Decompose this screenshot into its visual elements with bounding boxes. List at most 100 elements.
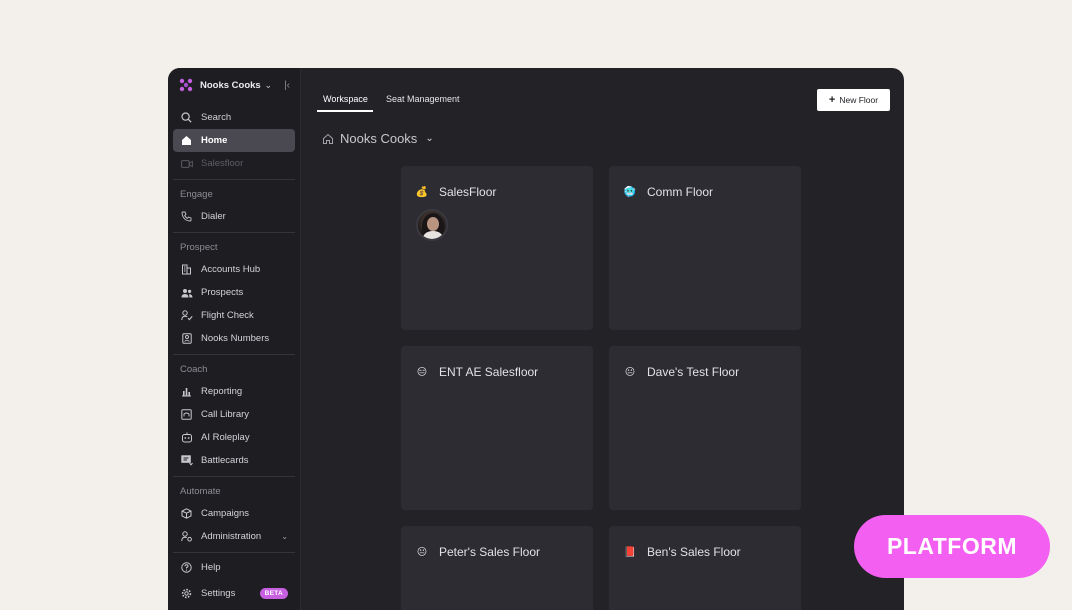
app-window: Nooks Cooks ⌄ |‹ Search Home Salesfloor …	[168, 68, 904, 610]
sidebar-item-nooks-numbers[interactable]: Nooks Numbers	[173, 327, 295, 350]
sidebar-item-administration[interactable]: Administration ⌄	[173, 525, 295, 548]
sidebar-item-label: Battlecards	[201, 455, 249, 466]
breadcrumb-label: Nooks Cooks	[340, 131, 418, 146]
floor-card[interactable]: 😐 Peter's Sales Floor	[401, 526, 593, 610]
floor-name: Ben's Sales Floor	[647, 545, 741, 559]
contact-card-icon	[180, 332, 193, 345]
collapse-sidebar-icon[interactable]: |‹	[284, 80, 290, 91]
floor-title: 😑 ENT AE Salesfloor	[416, 365, 538, 379]
workspace-breadcrumb[interactable]: Nooks Cooks ⌄	[322, 131, 434, 146]
sidebar-item-battlecards[interactable]: Battlecards	[173, 449, 295, 472]
floor-card[interactable]: 💰 SalesFloor	[401, 166, 593, 330]
workspace-name: Nooks Cooks	[200, 79, 261, 91]
sidebar-item-reporting[interactable]: Reporting	[173, 380, 295, 403]
bar-chart-icon	[180, 385, 193, 398]
floor-title: 🥶 Comm Floor	[624, 185, 713, 199]
sidebar-item-call-library[interactable]: Call Library	[173, 403, 295, 426]
sidebar: Nooks Cooks ⌄ |‹ Search Home Salesfloor …	[168, 68, 301, 610]
new-floor-button[interactable]: + New Floor	[817, 89, 890, 111]
floor-title: 📕 Ben's Sales Floor	[624, 545, 741, 559]
cube-icon	[180, 507, 193, 520]
building-icon	[180, 263, 193, 276]
floor-name: Comm Floor	[647, 185, 714, 199]
sidebar-item-label: Settings	[201, 588, 236, 599]
money-bag-icon: 💰	[415, 186, 429, 198]
main-content: Workspace Seat Management + New Floor No…	[301, 68, 904, 610]
sidebar-item-settings[interactable]: Settings BETA	[173, 582, 295, 605]
sidebar-item-label: Help	[201, 562, 221, 573]
search-icon	[180, 111, 193, 124]
floor-name: SalesFloor	[439, 185, 497, 199]
phone-icon	[180, 210, 193, 223]
sidebar-item-ai-roleplay[interactable]: AI Roleplay	[173, 426, 295, 449]
expressionless-face-icon: 😑	[416, 366, 428, 378]
workspace-switcher[interactable]: Nooks Cooks ⌄ |‹	[168, 68, 300, 102]
users-icon	[180, 286, 193, 299]
chevron-down-icon[interactable]: ⌄	[425, 133, 433, 144]
sidebar-item-home[interactable]: Home	[173, 129, 295, 152]
section-label-automate: Automate	[180, 485, 221, 497]
section-label-engage: Engage	[180, 188, 213, 200]
sidebar-item-prospects[interactable]: Prospects	[173, 281, 295, 304]
sidebar-item-label: Salesfloor	[201, 158, 244, 169]
tab-workspace[interactable]: Workspace	[323, 94, 368, 104]
sidebar-item-label: Administration	[201, 531, 262, 542]
sidebar-item-label: Nooks Numbers	[201, 333, 270, 344]
help-circle-icon	[180, 561, 193, 574]
sidebar-item-campaigns[interactable]: Campaigns	[173, 502, 295, 525]
floor-name: Peter's Sales Floor	[439, 545, 540, 559]
plus-icon: +	[828, 93, 836, 106]
library-icon	[180, 408, 193, 421]
nooks-logo-icon	[179, 78, 193, 92]
sidebar-item-salesfloor[interactable]: Salesfloor	[173, 152, 295, 175]
divider	[173, 179, 295, 180]
user-gear-icon	[180, 530, 193, 543]
cold-face-icon: 🥶	[623, 186, 637, 198]
floor-card[interactable]: 🥶 Comm Floor	[609, 166, 801, 330]
floor-card[interactable]: 📕 Ben's Sales Floor	[609, 526, 801, 610]
cards-icon	[180, 454, 193, 467]
active-tab-indicator	[317, 110, 373, 112]
divider	[173, 354, 295, 355]
divider	[173, 476, 295, 477]
floor-name: ENT AE Salesfloor	[439, 365, 539, 379]
sidebar-item-label: Prospects	[201, 287, 244, 298]
platform-badge: PLATFORM	[854, 515, 1050, 578]
sidebar-item-label: AI Roleplay	[201, 432, 250, 443]
home-icon	[180, 134, 193, 147]
sidebar-item-label: Call Library	[201, 409, 250, 420]
sidebar-item-label: Home	[201, 135, 228, 146]
new-floor-label: New Floor	[839, 95, 879, 105]
section-label-prospect: Prospect	[180, 241, 218, 253]
sidebar-item-dialer[interactable]: Dialer	[173, 205, 295, 228]
chevron-down-icon[interactable]: ⌄	[265, 80, 273, 91]
gear-icon	[180, 587, 193, 600]
floor-name: Dave's Test Floor	[647, 365, 740, 379]
avatar[interactable]	[416, 209, 448, 241]
user-check-icon	[180, 309, 193, 322]
sidebar-item-flight-check[interactable]: Flight Check	[173, 304, 295, 327]
sidebar-item-label: Dialer	[201, 211, 226, 222]
sidebar-item-label: Flight Check	[201, 310, 254, 321]
top-bar: Workspace Seat Management + New Floor	[301, 68, 904, 114]
floor-title: 😐 Peter's Sales Floor	[416, 545, 540, 559]
beta-badge: BETA	[259, 588, 288, 599]
section-label-coach: Coach	[180, 363, 208, 375]
sidebar-item-accounts-hub[interactable]: Accounts Hub	[173, 258, 295, 281]
avatar-face	[427, 217, 439, 231]
floor-card[interactable]: 😑 ENT AE Salesfloor	[401, 346, 593, 510]
tab-seat-management[interactable]: Seat Management	[386, 94, 460, 104]
floor-title: 😐 Dave's Test Floor	[624, 365, 739, 379]
chevron-down-icon[interactable]: ⌄	[281, 532, 288, 541]
robot-icon	[180, 431, 193, 444]
divider	[173, 552, 295, 553]
red-book-icon: 📕	[623, 546, 637, 558]
sidebar-item-label: Search	[201, 112, 232, 123]
sidebar-item-label: Reporting	[201, 386, 243, 397]
neutral-face-icon: 😐	[416, 546, 428, 558]
avatar-body	[423, 231, 443, 239]
sidebar-item-help[interactable]: Help	[173, 556, 295, 579]
sidebar-item-search[interactable]: Search	[173, 106, 295, 129]
floor-card[interactable]: 😐 Dave's Test Floor	[609, 346, 801, 510]
neutral-face-icon: 😐	[624, 366, 636, 378]
